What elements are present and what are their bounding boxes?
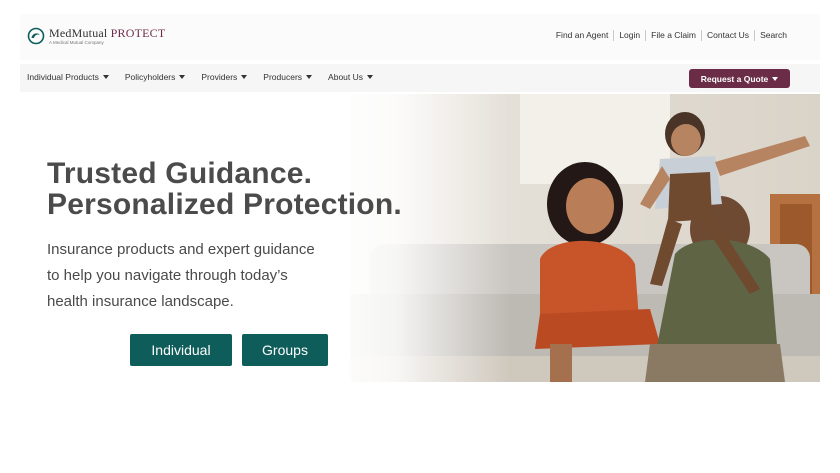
contact-us-link[interactable]: Contact Us <box>701 30 754 41</box>
chevron-down-icon <box>772 76 779 81</box>
groups-button-label: Groups <box>262 342 308 358</box>
file-a-claim-link[interactable]: File a Claim <box>645 30 701 41</box>
nav-item-policyholders[interactable]: Policyholders <box>125 72 186 82</box>
page: MedMutual PROTECT A Medical Mutual Compa… <box>20 14 820 382</box>
nav-item-about-us[interactable]: About Us <box>328 72 374 82</box>
utility-links: Find an Agent Login File a Claim Contact… <box>551 30 792 41</box>
search-link[interactable]: Search <box>754 30 792 41</box>
find-an-agent-link[interactable]: Find an Agent <box>551 30 613 41</box>
nav-item-label: Producers <box>263 72 303 82</box>
hero-headline-line2: Personalized Protection. <box>47 188 402 221</box>
nav-item-label: Providers <box>201 72 238 82</box>
chevron-down-icon <box>306 75 313 79</box>
groups-button[interactable]: Groups <box>242 334 328 366</box>
nav-item-label: Policyholders <box>124 72 176 82</box>
hero-section: Trusted Guidance. Personalized Protectio… <box>20 94 820 382</box>
main-nav: Individual Products Policyholders Provid… <box>20 64 820 92</box>
request-a-quote-label: Request a Quote <box>700 73 769 84</box>
logo-name-primary: MedMutual <box>49 26 108 40</box>
login-link[interactable]: Login <box>613 30 645 41</box>
medmutual-protect-logo[interactable]: MedMutual PROTECT A Medical Mutual Compa… <box>27 27 165 46</box>
hero-subcopy-line3: health insurance landscape. <box>47 293 234 310</box>
nav-item-label: About Us <box>328 72 364 82</box>
individual-button[interactable]: Individual <box>130 334 232 366</box>
individual-button-label: Individual <box>151 342 211 358</box>
chevron-down-icon <box>102 75 109 79</box>
hero-subcopy-line2: to help you navigate through today’s <box>47 267 288 284</box>
logo-mark-icon <box>27 27 45 45</box>
chevron-down-icon <box>367 75 374 79</box>
nav-item-label: Individual Products <box>27 72 99 82</box>
hero-subcopy: Insurance products and expert guidance t… <box>47 237 367 315</box>
chevron-down-icon <box>179 75 186 79</box>
top-utility-bar: MedMutual PROTECT A Medical Mutual Compa… <box>20 14 820 60</box>
request-a-quote-button[interactable]: Request a Quote <box>689 69 790 88</box>
nav-item-providers[interactable]: Providers <box>201 72 248 82</box>
hero-headline-line1: Trusted Guidance. <box>47 157 313 190</box>
hero-headline: Trusted Guidance. Personalized Protectio… <box>47 158 402 220</box>
logo-name-accent: PROTECT <box>110 26 166 40</box>
hero-subcopy-line1: Insurance products and expert guidance <box>47 241 315 258</box>
nav-item-individual-products[interactable]: Individual Products <box>27 72 109 82</box>
logo-tagline: A Medical Mutual Company <box>49 40 104 45</box>
chevron-down-icon <box>241 75 248 79</box>
nav-item-producers[interactable]: Producers <box>263 72 313 82</box>
